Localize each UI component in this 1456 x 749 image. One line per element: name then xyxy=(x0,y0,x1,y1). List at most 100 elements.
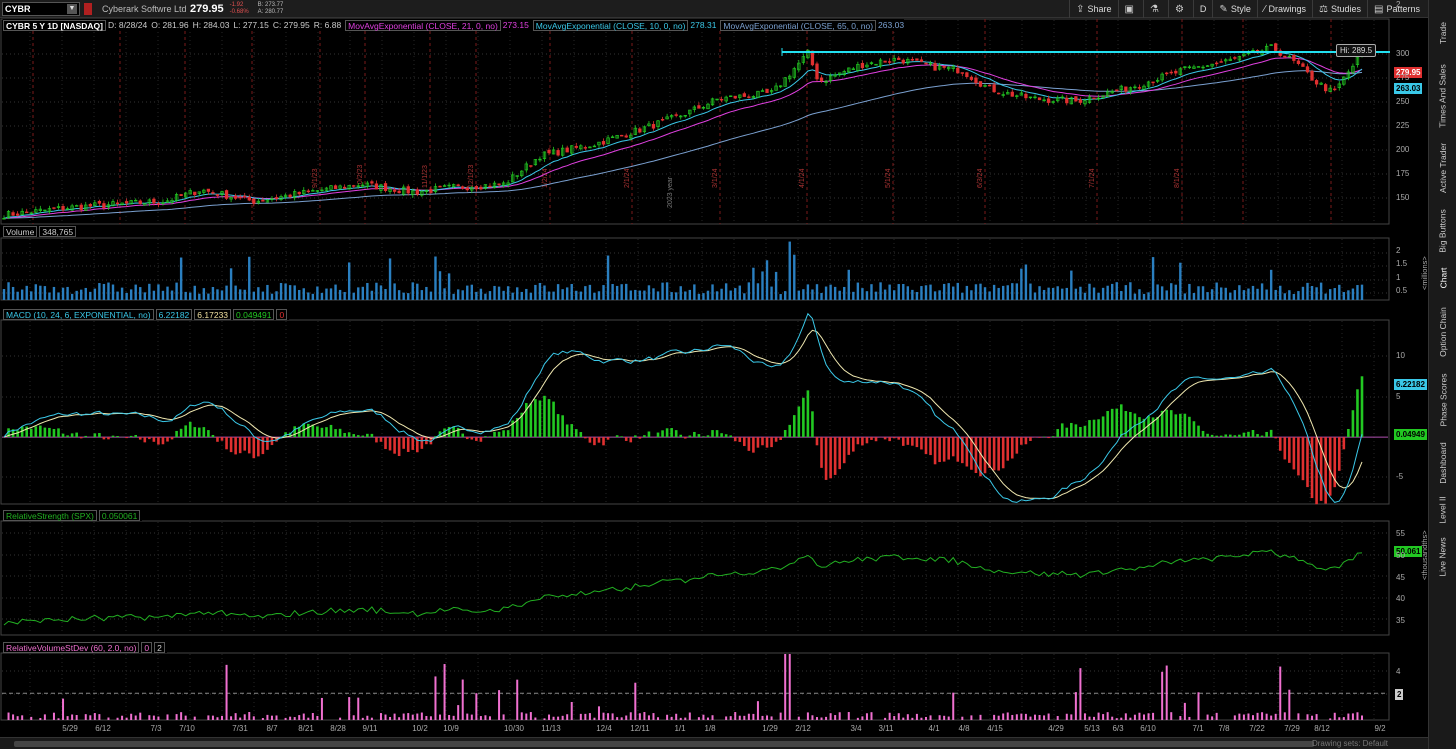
macd-hist-bar xyxy=(1324,437,1327,504)
toolbar-button-flask-icon[interactable]: ⚗ xyxy=(1142,0,1168,18)
volume-label[interactable]: Volume xyxy=(3,225,38,237)
volume-bar xyxy=(1351,288,1355,300)
chart-area[interactable]: 9/1/23 10/2/23 11/1/23 12/1/23 1/2/24 2/1/24 3… xyxy=(0,18,1392,737)
volume-bar xyxy=(1356,285,1359,300)
side-tab-times-and-sales[interactable]: Times And Sales xyxy=(1429,62,1456,130)
candle-body xyxy=(601,141,606,145)
rvs-bar xyxy=(784,654,787,720)
symbol-selector[interactable]: CYBR ▼ xyxy=(2,1,80,16)
volume-bar xyxy=(1283,293,1286,300)
patterns-icon: ▤ xyxy=(1374,3,1384,15)
toolbar-button-style[interactable]: ✎ Style xyxy=(1212,0,1256,18)
side-tab-dashboard[interactable]: Dashboard xyxy=(1429,437,1456,489)
side-tab-level-ii[interactable]: Level II xyxy=(1429,492,1456,528)
volume-bar xyxy=(1015,283,1019,300)
volume-bar xyxy=(856,282,860,300)
panel-frame xyxy=(0,319,1390,505)
macd-hist-bar xyxy=(820,437,823,468)
rvs-bar xyxy=(548,714,551,720)
macd-label[interactable]: MACD (10, 24, 6, EXPONENTIAL, no) xyxy=(3,308,154,320)
candle-body xyxy=(1124,86,1128,92)
candle-body xyxy=(719,98,724,101)
side-tab-chart[interactable]: Chart xyxy=(1429,260,1456,296)
macd-hist-bar xyxy=(84,435,88,438)
toolbar-button-gear-icon[interactable]: ⚙ xyxy=(1167,0,1193,18)
ema10-label[interactable]: MovAvgExponential (CLOSE, 10, 0, no) xyxy=(532,19,689,31)
rs-label[interactable]: RelativeStrength (SPX) xyxy=(3,509,97,521)
macd-hist-bar xyxy=(57,428,60,438)
candle-body xyxy=(224,190,229,199)
macd-hist-bar xyxy=(938,437,941,463)
rvs-bar xyxy=(121,715,124,720)
side-tab-live-news[interactable]: Live News xyxy=(1429,532,1456,582)
side-tab-option-chain[interactable]: Option Chain xyxy=(1429,300,1456,364)
panel-frame xyxy=(0,18,1390,225)
candle-body xyxy=(79,204,83,210)
volume-bar xyxy=(833,286,837,300)
macd-hist-bar xyxy=(475,437,478,441)
ema65-label[interactable]: MovAvgExponential (CLOSE, 65, 0, no) xyxy=(720,19,877,31)
candle-body xyxy=(243,195,247,198)
toolbar-button-studies[interactable]: ⚖ Studies xyxy=(1312,0,1367,18)
rvs-bar xyxy=(1038,715,1041,720)
side-tab-label: Level II xyxy=(1438,496,1448,524)
company-name: Cyberark Softwre Ltd xyxy=(102,3,187,14)
rvs-bar xyxy=(1183,702,1186,720)
alert-flag-icon[interactable] xyxy=(84,2,92,15)
macd-hist-bar xyxy=(1074,424,1078,438)
rvs-bar xyxy=(725,716,728,720)
toolbar-button-share[interactable]: ⇪ Share xyxy=(1069,0,1117,18)
rvs-bar xyxy=(289,716,292,720)
volume-bar xyxy=(888,284,891,300)
rvs-bar xyxy=(1179,716,1182,720)
side-tab-phase-scores[interactable]: Phase Scores xyxy=(1429,368,1456,432)
rvs-bar xyxy=(225,664,228,720)
candle-body xyxy=(415,189,419,195)
rvs-bar xyxy=(1043,715,1046,720)
rvs-label[interactable]: RelativeVolumeStDev (60, 2.0, no) xyxy=(3,641,140,653)
rvs-bar xyxy=(1056,715,1059,720)
macd-hist-bar xyxy=(811,411,814,438)
macd-hist-bar xyxy=(66,435,69,438)
volume-bar xyxy=(388,258,392,300)
rvs-bar xyxy=(688,712,691,720)
rvs-bar xyxy=(924,716,927,720)
macd-hist-bar xyxy=(48,427,51,438)
rs-value: 0.050061 xyxy=(98,509,141,521)
ema21-label[interactable]: MovAvgExponential (CLOSE, 21, 0, no) xyxy=(345,19,501,31)
date-tick: 8/28 xyxy=(330,724,346,733)
side-tab-active-trader[interactable]: Active Trader xyxy=(1429,135,1456,201)
rvs-bar xyxy=(884,717,887,720)
rvs-bar xyxy=(475,693,478,720)
date-tick: 9/2 xyxy=(1374,724,1386,733)
drawing-sets-label[interactable]: Drawing sets: Default xyxy=(1312,739,1388,748)
rvs-bar xyxy=(298,715,301,720)
rvs-bar xyxy=(607,713,610,720)
candle-body xyxy=(1065,97,1069,104)
volume-bar xyxy=(579,291,583,300)
scroll-thumb[interactable] xyxy=(14,741,1314,747)
volume-bar xyxy=(1056,286,1059,300)
candle-body xyxy=(11,212,15,216)
volume-bar xyxy=(416,283,419,300)
candle-body xyxy=(747,96,751,98)
volume-bar xyxy=(261,291,265,300)
macd-diff: 0.049491 xyxy=(233,308,275,320)
toolbar-button-drawings[interactable]: ⁄ Drawings xyxy=(1256,0,1312,18)
macd-hist-bar xyxy=(856,437,860,445)
side-tab-big-buttons[interactable]: Big Buttons xyxy=(1429,206,1456,256)
chevron-down-icon[interactable]: ▼ xyxy=(67,3,77,14)
macd-hist-bar xyxy=(942,437,946,462)
rvs-bar xyxy=(157,716,160,720)
toolbar-button-d[interactable]: D xyxy=(1192,0,1213,18)
rvs-bar xyxy=(211,715,214,720)
candle-body xyxy=(406,186,410,194)
candle-body xyxy=(733,95,737,99)
macd-hist-bar xyxy=(1206,433,1209,438)
toolbar-button-snapshot-icon[interactable]: ▣ xyxy=(1117,0,1143,18)
macd-hist-bar xyxy=(538,400,542,438)
time-scrollbar[interactable]: Drawing sets: Default xyxy=(0,737,1428,749)
side-tab-trade[interactable]: Trade xyxy=(1429,8,1456,58)
rvs-bar xyxy=(997,715,1000,720)
candle-body xyxy=(15,213,20,216)
